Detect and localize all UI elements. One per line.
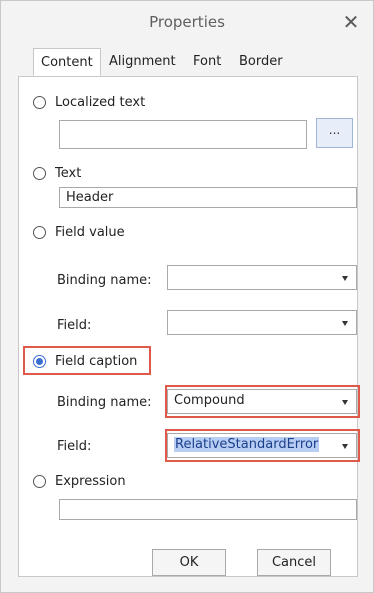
localized-text-input[interactable] <box>59 120 307 149</box>
tab-font[interactable]: Font <box>193 54 221 69</box>
expression-input[interactable] <box>59 499 357 520</box>
field-caption-binding-dropdown[interactable]: Compound <box>167 389 357 414</box>
text-label: Text <box>55 165 82 181</box>
text-input[interactable] <box>59 187 357 208</box>
field-caption-binding-label: Binding name: <box>57 395 152 410</box>
ok-button[interactable]: OK <box>152 549 226 576</box>
field-value-binding-label: Binding name: <box>57 273 152 288</box>
field-caption-label: Field caption <box>55 353 138 369</box>
browse-button[interactable]: ... <box>316 118 353 148</box>
close-icon[interactable]: ✕ <box>339 10 363 34</box>
field-value-field-label: Field: <box>57 318 92 333</box>
content-panel: Localized text ... Text Field value Bind… <box>18 77 360 577</box>
localized-text-radio[interactable] <box>33 95 46 109</box>
title-bar: Properties ✕ <box>1 1 373 45</box>
tab-border[interactable]: Border <box>239 54 283 69</box>
field-value-binding-dropdown[interactable] <box>167 265 357 290</box>
field-caption-radio[interactable] <box>33 354 46 368</box>
expression-radio[interactable] <box>33 474 46 488</box>
text-option[interactable]: Text <box>33 163 81 183</box>
field-value-field-dropdown[interactable] <box>167 310 357 335</box>
expression-option[interactable]: Expression <box>33 471 126 491</box>
tab-content[interactable]: Content <box>33 48 101 76</box>
localized-text-option[interactable]: Localized text <box>33 92 145 112</box>
field-caption-field-label: Field: <box>57 439 92 454</box>
properties-dialog: Properties ✕ Content Alignment Font Bord… <box>0 0 374 593</box>
field-caption-field-dropdown[interactable]: RelativeStandardError <box>167 433 357 458</box>
chevron-down-icon <box>342 444 348 449</box>
field-caption-option[interactable]: Field caption <box>33 351 137 371</box>
chevron-down-icon <box>342 400 348 405</box>
field-value-option[interactable]: Field value <box>33 222 125 242</box>
field-value-radio[interactable] <box>33 225 46 239</box>
tab-alignment[interactable]: Alignment <box>109 54 176 69</box>
tab-bar: Content Alignment Font Border <box>18 48 358 77</box>
localized-text-label: Localized text <box>55 94 146 110</box>
field-value-label: Field value <box>55 224 125 240</box>
field-caption-binding-value: Compound <box>174 393 245 408</box>
expression-label: Expression <box>55 473 126 489</box>
text-radio[interactable] <box>33 166 46 180</box>
field-caption-field-value: RelativeStandardError <box>174 437 320 452</box>
dialog-title: Properties <box>149 13 225 31</box>
cancel-button[interactable]: Cancel <box>257 549 331 576</box>
chevron-down-icon <box>342 276 348 281</box>
chevron-down-icon <box>342 321 348 326</box>
